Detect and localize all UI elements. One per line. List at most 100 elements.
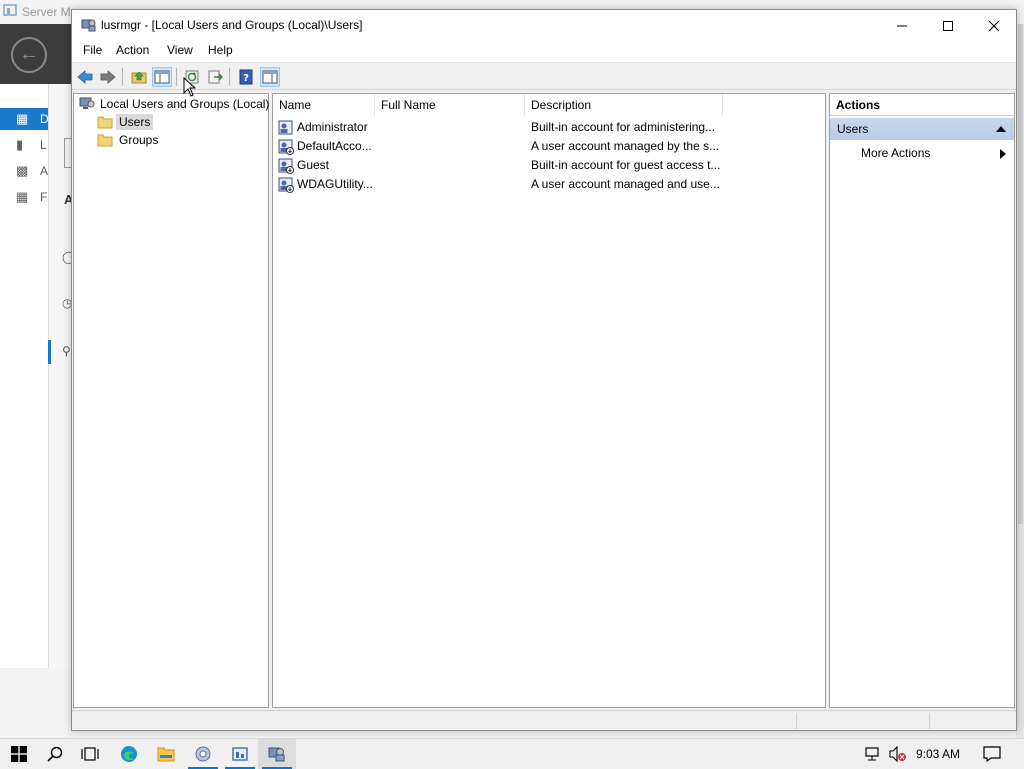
menu-file[interactable]: File	[83, 43, 102, 57]
up-folder-icon	[131, 71, 147, 84]
table-row[interactable]: Administrator Built-in account for admin…	[273, 118, 825, 137]
edge-taskbar-button[interactable]	[110, 739, 148, 769]
close-button[interactable]	[971, 10, 1017, 40]
table-row[interactable]: DefaultAcco... A user account managed by…	[273, 137, 825, 156]
lusrmgr-taskbar-button[interactable]	[258, 739, 296, 769]
window-titlebar[interactable]: lusrmgr - [Local Users and Groups (Local…	[72, 10, 1016, 40]
file-explorer-taskbar-button[interactable]	[147, 739, 185, 769]
all-servers-icon[interactable]: ▩	[16, 164, 32, 178]
actions-header: Actions	[830, 94, 1014, 116]
column-header-description[interactable]: Description	[525, 94, 723, 116]
cell-description: A user account managed by the s...	[531, 139, 720, 153]
task-view-button[interactable]	[71, 739, 109, 769]
back-icon	[77, 70, 93, 84]
tree-root-item[interactable]: Local Users and Groups (Local)	[79, 95, 269, 113]
edge-icon	[121, 746, 137, 762]
server-manager-taskbar-button[interactable]	[221, 739, 259, 769]
taskbar: 9:03 AM	[0, 738, 1024, 769]
search-icon	[47, 746, 63, 762]
show-hide-action-pane-button[interactable]	[260, 67, 280, 87]
nav-letter-f: F	[40, 190, 48, 204]
disabled-user-account-icon	[278, 177, 294, 193]
server-manager-title: Server Ma	[22, 5, 78, 19]
start-button[interactable]	[0, 739, 38, 769]
window-title: lusrmgr - [Local Users and Groups (Local…	[101, 18, 363, 32]
dashboard-icon[interactable]: ▦	[16, 112, 32, 126]
tree-item-groups-label: Groups	[119, 133, 159, 147]
menu-view[interactable]: View	[167, 43, 193, 57]
close-icon	[988, 20, 1000, 32]
search-button[interactable]	[36, 739, 74, 769]
more-actions-label: More Actions	[861, 146, 931, 160]
console-tree-pane: Local Users and Groups (Local) Users Gro…	[73, 93, 269, 708]
menu-action[interactable]: Action	[116, 43, 149, 57]
toolbar: ?	[72, 62, 1016, 90]
folder-icon	[97, 116, 113, 129]
toolbar-separator	[122, 68, 123, 86]
control-panel-taskbar-button[interactable]	[184, 739, 222, 769]
action-center-icon[interactable]	[983, 746, 1001, 762]
collapse-up-icon[interactable]	[996, 125, 1006, 132]
nav-letter-a: A	[40, 164, 49, 178]
tree-item-users-label: Users	[116, 114, 154, 130]
toolbar-separator	[176, 68, 177, 86]
content-selected-bar	[48, 340, 51, 364]
maximize-icon	[943, 21, 953, 32]
up-one-level-button[interactable]	[129, 67, 149, 87]
actions-group-label: Users	[837, 122, 869, 136]
column-header-full-name[interactable]: Full Name	[375, 94, 525, 116]
server-manager-logo-icon	[3, 4, 17, 16]
more-actions-item[interactable]: More Actions	[830, 144, 1014, 164]
server-manager-content	[48, 84, 72, 668]
network-icon[interactable]	[864, 746, 882, 762]
show-hide-console-tree-button[interactable]	[152, 67, 172, 87]
export-list-button[interactable]	[205, 67, 225, 87]
cell-description: Built-in account for guest access t...	[531, 158, 721, 172]
status-bar	[72, 710, 1016, 730]
cell-name: Guest	[297, 158, 330, 172]
menu-help[interactable]: Help	[208, 43, 233, 57]
file-services-icon[interactable]: ▦	[16, 190, 32, 204]
taskbar-clock[interactable]: 9:03 AM	[916, 747, 960, 761]
computer-users-icon	[79, 97, 95, 109]
search-user-icon: ⚲	[62, 344, 71, 358]
status-divider	[929, 713, 930, 729]
result-list-pane: Name Full Name Description Administrator…	[272, 93, 826, 708]
actions-pane: Actions Users More Actions	[829, 93, 1015, 708]
help-icon: ?	[239, 69, 253, 85]
maximize-button[interactable]	[925, 10, 971, 40]
nav-letter-l: L	[40, 138, 47, 152]
tree-item-users[interactable]: Users	[97, 113, 154, 131]
folder-icon	[97, 134, 113, 147]
lusrmgr-window: lusrmgr - [Local Users and Groups (Local…	[71, 9, 1017, 731]
status-divider	[796, 713, 797, 729]
export-list-icon	[208, 70, 223, 84]
cell-description: A user account managed and use...	[531, 177, 720, 191]
disabled-user-account-icon	[278, 139, 294, 155]
task-view-icon	[81, 747, 99, 761]
server-manager-icon	[232, 747, 248, 761]
svg-text:?: ?	[243, 73, 249, 84]
back-button[interactable]	[75, 67, 95, 87]
help-button[interactable]: ?	[236, 67, 256, 87]
scrollbar-thumb[interactable]	[1018, 24, 1023, 524]
disabled-user-account-icon	[278, 158, 294, 174]
lusrmgr-app-icon	[81, 19, 96, 32]
back-arrow-icon[interactable]: ←	[11, 37, 47, 73]
volume-muted-icon[interactable]	[889, 746, 907, 762]
table-row[interactable]: Guest Built-in account for guest access …	[273, 156, 825, 175]
forward-button[interactable]	[98, 67, 118, 87]
actions-group-users[interactable]: Users	[830, 118, 1014, 140]
tree-item-groups[interactable]: Groups	[97, 131, 158, 149]
show-hide-tree-icon	[154, 70, 170, 84]
cell-name: WDAGUtility...	[297, 177, 373, 191]
windows-start-icon	[11, 746, 27, 762]
lusrmgr-icon	[268, 747, 285, 762]
submenu-arrow-icon	[1000, 149, 1006, 159]
table-row[interactable]: WDAGUtility... A user account managed an…	[273, 175, 825, 194]
minimize-button[interactable]	[879, 10, 925, 40]
show-hide-action-pane-icon	[262, 70, 278, 84]
forward-icon	[100, 70, 116, 84]
column-header-name[interactable]: Name	[273, 94, 375, 116]
local-server-icon[interactable]: ▮	[16, 138, 32, 152]
